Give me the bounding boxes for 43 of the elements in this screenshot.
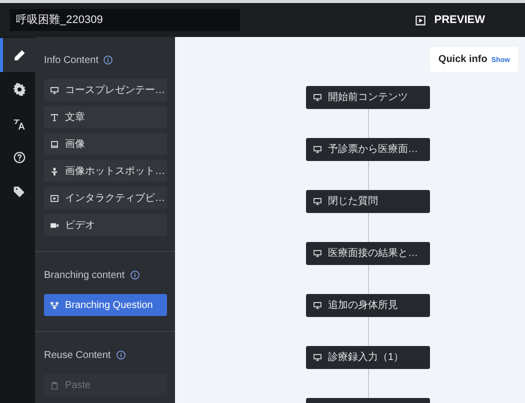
- image-icon: [50, 140, 59, 148]
- preview-button[interactable]: PREVIEW: [415, 12, 485, 28]
- monitor-icon: [313, 93, 322, 102]
- content-type-button[interactable]: 画像: [44, 133, 167, 155]
- hotspot-icon: [50, 166, 59, 176]
- flow-node[interactable]: 閉じた質問: [306, 190, 430, 213]
- flow-node[interactable]: 予診票から医療面…: [306, 138, 430, 161]
- tag-icon: [12, 184, 26, 198]
- quick-info-title: Quick info: [438, 53, 488, 67]
- video-camera-icon: [50, 220, 59, 230]
- monitor-icon: [50, 86, 59, 94]
- flow-node[interactable]: 診療録入力（1）: [306, 346, 430, 369]
- video-player-icon: [50, 194, 59, 202]
- info-icon: [116, 350, 126, 360]
- flow-node[interactable]: 医療面接の結果と…: [306, 242, 430, 265]
- section-title: Branching content: [44, 268, 125, 282]
- info-icon: [103, 55, 114, 65]
- content-type-button[interactable]: 画像ホットスポット…: [44, 160, 167, 182]
- content-type-button[interactable]: 文章: [44, 106, 167, 128]
- content-type-button[interactable]: Branching Question: [44, 294, 167, 316]
- flow-node[interactable]: 開始前コンテンツ: [306, 86, 430, 109]
- monitor-icon: [313, 145, 322, 154]
- pencil-icon: [12, 48, 26, 62]
- sidebar-tab[interactable]: [0, 38, 35, 72]
- branching-icon: [50, 300, 59, 310]
- play-icon: [415, 14, 426, 26]
- section-title: Reuse Content: [44, 348, 111, 362]
- help-icon: [12, 150, 26, 164]
- monitor-icon: [313, 301, 322, 310]
- section-title: Info Content: [44, 54, 98, 68]
- flow-node[interactable]: 追加の身体所見: [306, 294, 430, 317]
- content-type-button[interactable]: インタラクティブビ…: [44, 187, 167, 209]
- content-type-button[interactable]: ビデオ: [44, 214, 167, 236]
- clipboard-icon: [50, 380, 59, 390]
- info-icon: [130, 270, 140, 280]
- title-field[interactable]: 呼吸困難_220309: [10, 9, 240, 31]
- monitor-icon: [313, 353, 322, 362]
- text-icon: [50, 112, 59, 122]
- translate-icon: [12, 116, 26, 130]
- monitor-icon: [313, 197, 322, 206]
- settings-icon: [12, 82, 26, 96]
- monitor-icon: [313, 249, 322, 258]
- content-type-button[interactable]: コースプレゼンテー…: [44, 79, 167, 101]
